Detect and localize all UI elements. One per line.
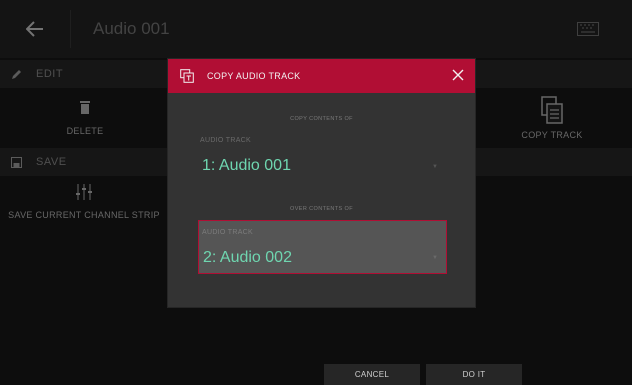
copy-contents-caption: COPY CONTENTS OF bbox=[290, 116, 353, 122]
copy-track-icon bbox=[180, 69, 194, 83]
over-contents-caption: OVER CONTENTS OF bbox=[290, 206, 353, 212]
do-it-button[interactable]: DO IT bbox=[426, 364, 522, 385]
close-icon[interactable] bbox=[451, 68, 465, 82]
destination-track-field[interactable]: AUDIO TRACK 2: Audio 002 ▼ bbox=[198, 220, 447, 274]
dialog-title: COPY AUDIO TRACK bbox=[207, 71, 301, 81]
cancel-button[interactable]: CANCEL bbox=[324, 364, 420, 385]
dest-field-label: AUDIO TRACK bbox=[202, 229, 254, 236]
dialog-header: COPY AUDIO TRACK bbox=[168, 59, 475, 93]
chevron-down-icon: ▼ bbox=[432, 164, 438, 170]
copy-audio-track-dialog: COPY AUDIO TRACK COPY CONTENTS OF AUDIO … bbox=[167, 58, 476, 308]
source-field-label: AUDIO TRACK bbox=[200, 137, 252, 144]
chevron-down-icon: ▼ bbox=[432, 255, 438, 261]
source-track-field[interactable]: AUDIO TRACK 1: Audio 001 ▼ bbox=[198, 131, 447, 181]
dest-field-value: 2: Audio 002 bbox=[203, 249, 292, 266]
source-field-value: 1: Audio 001 bbox=[202, 157, 291, 174]
